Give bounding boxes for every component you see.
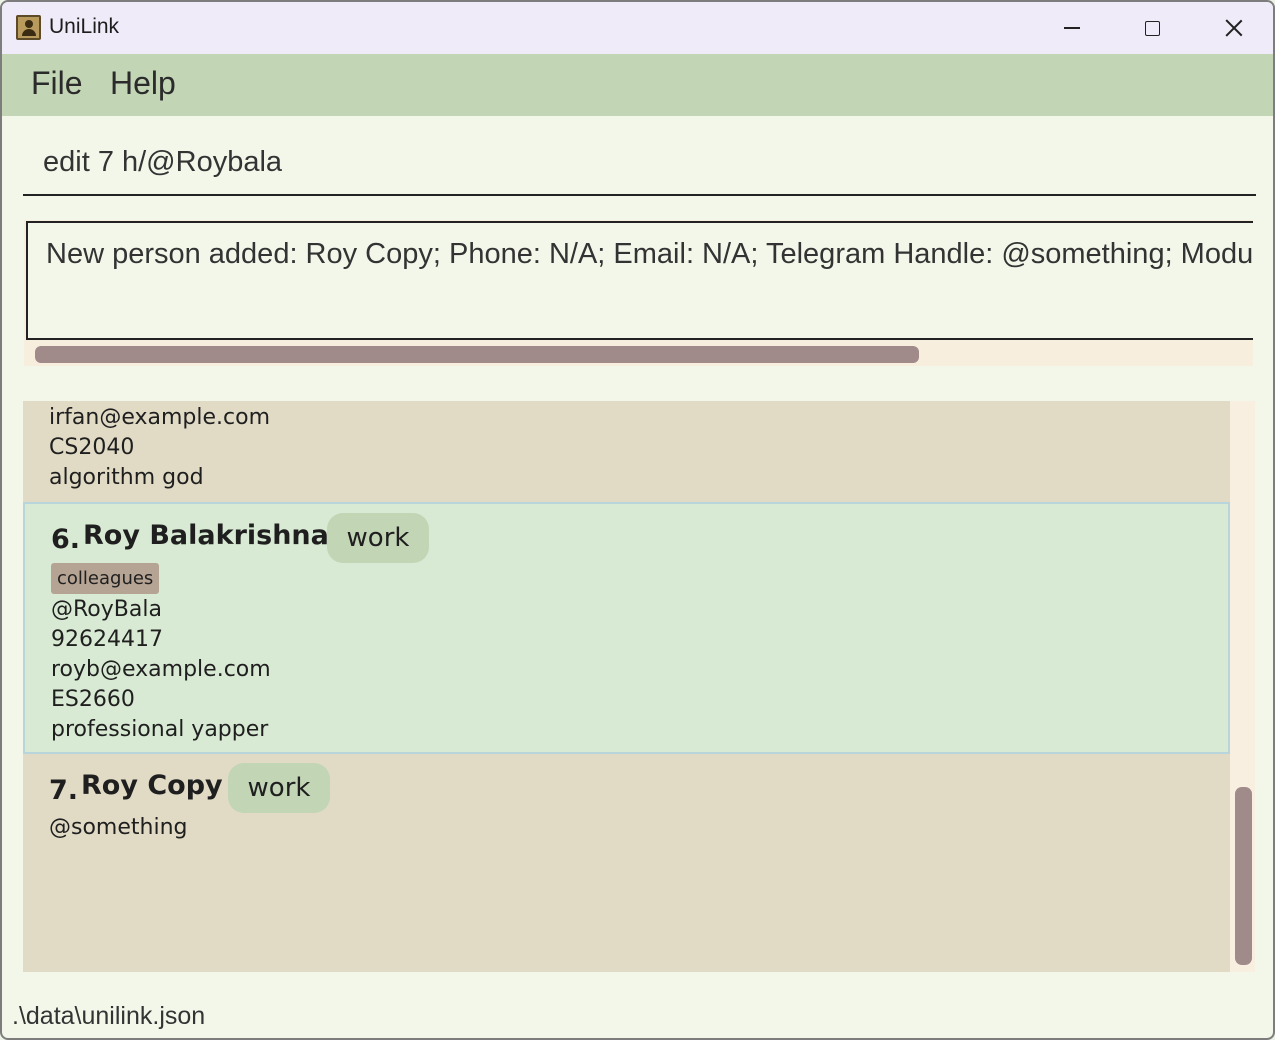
- minimize-button[interactable]: [1032, 2, 1112, 54]
- person-module: ES2660: [51, 687, 135, 712]
- person-description: professional yapper: [51, 717, 269, 742]
- minimize-icon: [1064, 27, 1080, 29]
- result-horizontal-scrollbar[interactable]: [35, 346, 919, 363]
- contact-book-icon: [16, 15, 41, 40]
- person-card-6-selected[interactable]: 6. Roy Balakrishnan work colleagues @Roy…: [23, 502, 1230, 754]
- command-input[interactable]: edit 7 h/@Roybala: [23, 122, 1256, 196]
- person-email: royb@example.com: [51, 657, 271, 682]
- person-index: 7.: [49, 775, 79, 806]
- maximize-button[interactable]: [1112, 2, 1192, 54]
- close-button[interactable]: [1194, 2, 1273, 54]
- close-icon: [1225, 19, 1243, 37]
- menu-file[interactable]: File: [31, 65, 83, 102]
- list-vertical-scrollbar[interactable]: [1235, 787, 1252, 965]
- person-name: Roy Balakrishnan: [83, 520, 349, 551]
- menu-bar: File Help: [2, 54, 1273, 116]
- person-index: 6.: [51, 524, 81, 555]
- result-text-area[interactable]: New person added: Roy Copy; Phone: N/A; …: [26, 221, 1253, 340]
- person-phone: 92624417: [51, 627, 163, 652]
- tag-colleagues: colleagues: [51, 563, 160, 594]
- person-card-5[interactable]: irfan@example.com CS2040 algorithm god: [23, 401, 1230, 502]
- person-telegram: @something: [49, 815, 188, 840]
- maximize-icon: [1144, 20, 1160, 36]
- app-window: UniLink File Help edit 7 h/@Roybala New …: [0, 0, 1275, 1040]
- window-title: UniLink: [49, 15, 120, 38]
- person-description: algorithm god: [49, 465, 204, 490]
- status-bar-file-path: .\data\unilink.json: [12, 1002, 206, 1030]
- menu-help[interactable]: Help: [110, 65, 176, 102]
- person-telegram: @RoyBala: [51, 597, 162, 622]
- group-tag-work: work: [228, 763, 330, 813]
- title-bar[interactable]: UniLink: [2, 2, 1273, 54]
- person-list: irfan@example.com CS2040 algorithm god 6…: [23, 401, 1255, 972]
- group-tag-work: work: [327, 513, 429, 563]
- person-email: irfan@example.com: [49, 405, 270, 430]
- person-module: CS2040: [49, 435, 135, 460]
- person-card-7[interactable]: 7. Roy Copy work @something: [23, 754, 1230, 972]
- result-message: New person added: Roy Copy; Phone: N/A; …: [46, 238, 1253, 270]
- command-input-text[interactable]: edit 7 h/@Roybala: [43, 146, 282, 179]
- person-name: Roy Copy: [81, 770, 223, 801]
- result-display: New person added: Roy Copy; Phone: N/A; …: [24, 220, 1253, 366]
